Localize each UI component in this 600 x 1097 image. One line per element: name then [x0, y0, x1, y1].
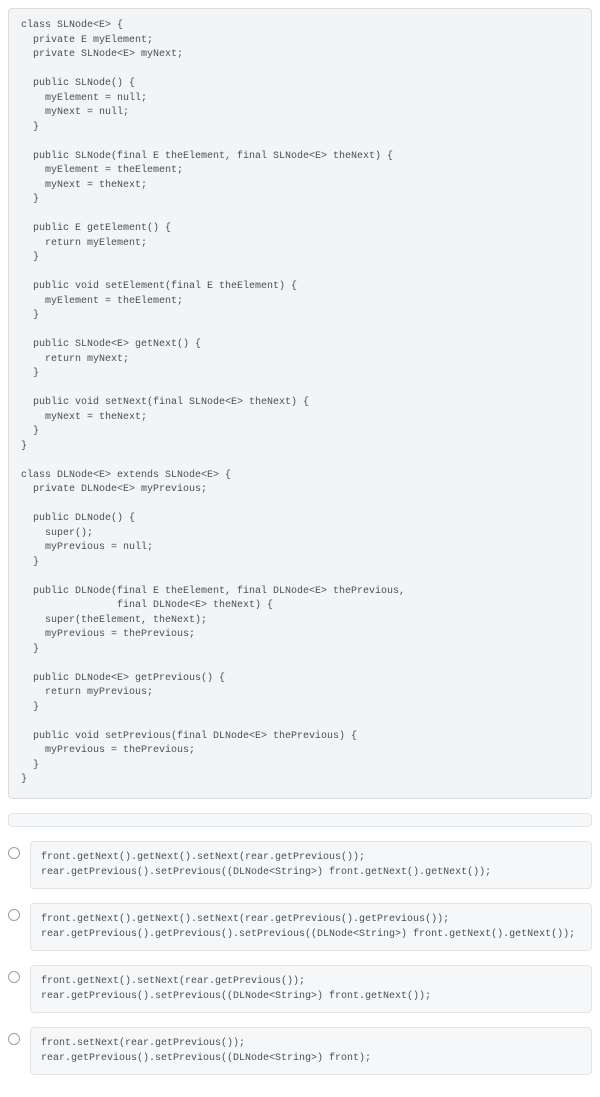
answer-option-0: front.getNext().getNext().setNext(rear.g… [8, 841, 592, 889]
radio-option-2[interactable] [8, 971, 20, 983]
radio-option-0[interactable] [8, 847, 20, 859]
option-code-0: front.getNext().getNext().setNext(rear.g… [30, 841, 592, 889]
answer-option-3: front.setNext(rear.getPrevious()); rear.… [8, 1027, 592, 1075]
option-code-1: front.getNext().getNext().setNext(rear.g… [30, 903, 592, 951]
radio-option-1[interactable] [8, 909, 20, 921]
radio-option-3[interactable] [8, 1033, 20, 1045]
option-code-3: front.setNext(rear.getPrevious()); rear.… [30, 1027, 592, 1075]
option-code-2: front.getNext().setNext(rear.getPrevious… [30, 965, 592, 1013]
main-code-block: class SLNode<E> { private E myElement; p… [8, 8, 592, 799]
answer-option-1: front.getNext().getNext().setNext(rear.g… [8, 903, 592, 951]
question-separator [8, 813, 592, 827]
answer-option-2: front.getNext().setNext(rear.getPrevious… [8, 965, 592, 1013]
